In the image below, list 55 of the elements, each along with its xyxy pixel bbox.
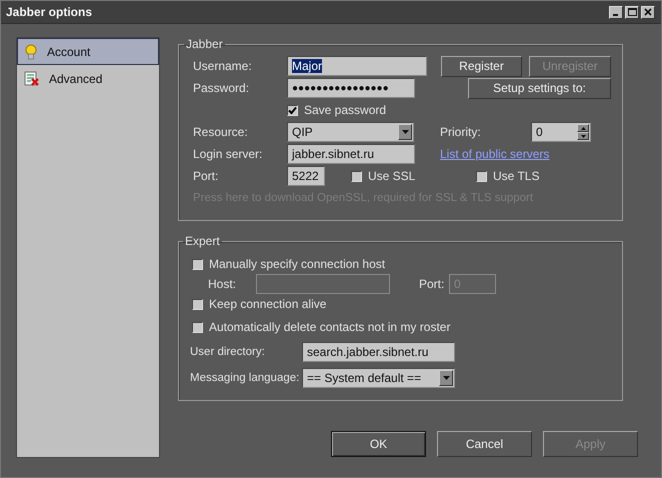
maximize-icon <box>628 8 636 16</box>
field-label: Resource: <box>193 125 249 139</box>
field-label: User directory: <box>190 346 266 358</box>
close-button[interactable] <box>641 6 655 18</box>
sidebar-item[interactable]: Advanced <box>17 65 159 92</box>
checkbox[interactable] <box>192 258 203 270</box>
register-button[interactable]: Register <box>441 56 522 76</box>
field-label: Host: <box>208 277 238 291</box>
list-delete-icon <box>24 70 40 86</box>
sidebar-item[interactable]: Account <box>17 38 159 65</box>
checkbox[interactable] <box>476 170 487 182</box>
field-label: Login server: <box>193 147 264 161</box>
down-arrow-icon <box>580 134 586 138</box>
field-label: Port: <box>419 277 446 291</box>
checkbox[interactable] <box>287 104 298 116</box>
caret-icon <box>442 376 450 380</box>
up-arrow-icon <box>580 126 586 130</box>
maximize-button[interactable] <box>625 6 639 18</box>
spin-down-button[interactable] <box>577 132 589 140</box>
field-label: Username: <box>193 59 253 73</box>
setup-settings-button[interactable]: Setup settings to: <box>468 78 611 98</box>
window-title: Jabber options <box>6 5 92 19</box>
checkbox-label: Use TLS <box>493 169 540 183</box>
priority-spinner[interactable]: 0 <box>531 122 591 142</box>
checkbox[interactable] <box>351 170 362 182</box>
checkbox-label: Automatically delete contacts not in my roster <box>209 320 450 334</box>
username-field[interactable]: Major <box>287 56 427 76</box>
language-dropdown[interactable]: == System default == <box>302 368 455 388</box>
checkbox-label: Keep connection alive <box>209 297 326 311</box>
field-label: Messaging language: <box>190 372 300 384</box>
checkbox-label: Use SSL <box>368 169 416 183</box>
close-icon <box>644 8 652 16</box>
light-bulb-icon <box>24 44 38 60</box>
dialog-button[interactable]: Cancel <box>437 431 532 457</box>
checkbox[interactable] <box>192 322 203 332</box>
checkbox-label: Save password <box>304 103 386 117</box>
check-icon <box>288 106 297 114</box>
password-field[interactable]: ●●●●●●●●●●●●●●●● <box>287 78 415 98</box>
dropdown-arrow-button[interactable] <box>398 124 412 140</box>
checkbox-label: Manually specify connection host <box>209 257 386 271</box>
minimize-button[interactable] <box>609 6 623 18</box>
field-label: Port: <box>193 169 220 183</box>
spin-up-button[interactable] <box>577 124 589 132</box>
user-directory-field[interactable]: search.jabber.sibnet.ru <box>302 342 455 362</box>
checkbox[interactable] <box>192 298 203 310</box>
group-title: Jabber <box>185 37 224 51</box>
resource-dropdown[interactable]: QIP <box>287 122 414 142</box>
port-field[interactable]: 5222 <box>287 166 325 186</box>
dialog-button[interactable]: OK <box>331 431 426 457</box>
dropdown-arrow-button[interactable] <box>439 370 453 386</box>
field-label: Password: <box>193 81 250 95</box>
field-label: Priority: <box>440 125 482 139</box>
group-title: Expert <box>184 234 221 248</box>
caret-icon <box>402 130 408 134</box>
login-server-field[interactable]: jabber.sibnet.ru <box>287 144 415 164</box>
